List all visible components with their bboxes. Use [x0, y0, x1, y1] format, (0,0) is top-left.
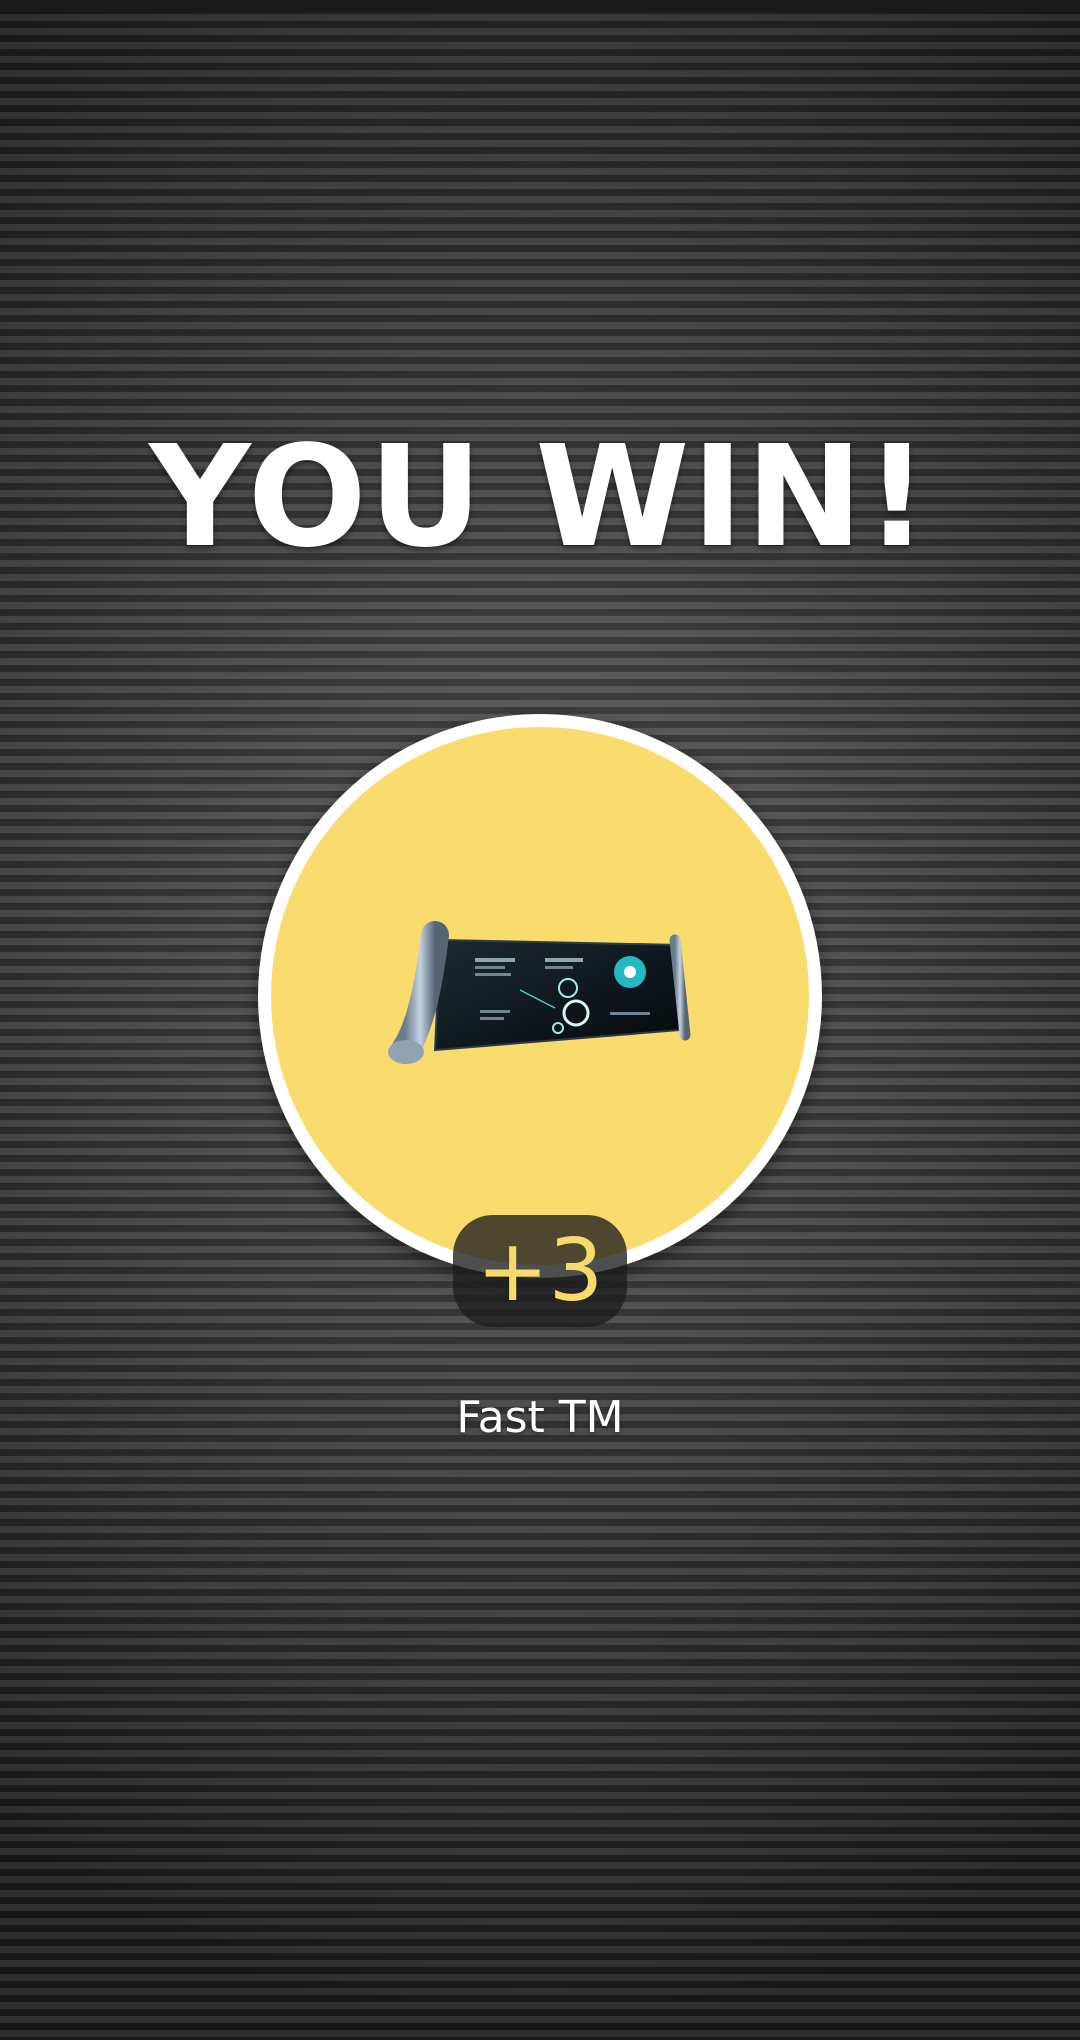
status-bar [0, 0, 1080, 12]
win-screen[interactable]: { "result": { "title": "YOU WIN!" }, "re… [0, 0, 1080, 2040]
tm-scroll-icon [388, 921, 691, 1064]
win-title: YOU WIN! [149, 416, 931, 579]
reward-item-name: Fast TM [456, 1392, 624, 1443]
reward-quantity-badge: +3 [453, 1215, 627, 1327]
